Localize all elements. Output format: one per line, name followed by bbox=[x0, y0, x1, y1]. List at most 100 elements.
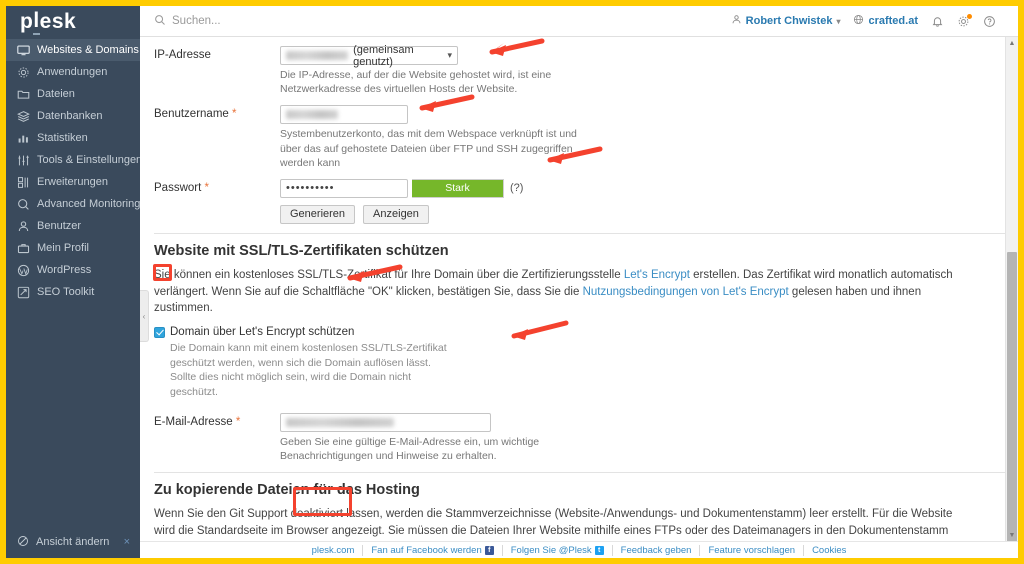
twitter-icon: t bbox=[594, 545, 604, 555]
footer-link-facebook-label: Fan auf Facebook werden bbox=[371, 544, 482, 556]
required-mark: * bbox=[232, 108, 237, 121]
folder-icon bbox=[17, 88, 30, 101]
password-help-icon[interactable]: (?) bbox=[510, 182, 523, 194]
trend-arrow-icon bbox=[17, 286, 30, 299]
bell-icon[interactable] bbox=[931, 15, 944, 28]
terms-link[interactable]: Nutzungsbedingungen von Let's Encrypt bbox=[583, 286, 789, 298]
username-value-redacted bbox=[286, 110, 338, 120]
footer: plesk.com Fan auf Facebook werden f Folge… bbox=[140, 541, 1018, 558]
sidebar: p l esk Websites & Domains Anwendungen Dat… bbox=[6, 6, 142, 558]
ip-value-suffix: (gemeinsam genutzt) bbox=[353, 43, 414, 68]
sidebar-item-label: Erweiterungen bbox=[37, 176, 108, 188]
email-input[interactable] bbox=[280, 412, 491, 432]
ssl-section-heading: Website mit SSL/TLS-Zertifikaten schütze… bbox=[154, 242, 449, 259]
show-password-button[interactable]: Anzeigen bbox=[363, 204, 429, 224]
view-switch[interactable]: Ansicht ändern × bbox=[6, 532, 140, 552]
main-area: Suchen... Robert Chwistek ▾ crafted.at ‹ bbox=[140, 6, 1018, 558]
sidebar-item-websites-domains[interactable]: Websites & Domains bbox=[6, 39, 140, 61]
email-hint: Geben Sie eine gültige E-Mail-Adresse ei… bbox=[280, 435, 540, 462]
sidebar-item-label: Benutzer bbox=[37, 220, 82, 232]
briefcase-icon bbox=[17, 242, 30, 255]
generate-password-button[interactable]: Generieren bbox=[280, 204, 356, 224]
field-row-email: E-Mail-Adresse * Geben Sie eine gültige … bbox=[140, 412, 1005, 463]
password-label: Passwort * bbox=[140, 179, 280, 194]
field-row-ip: IP-Adresse (gemeinsam genutzt) ▾ Die IP-… bbox=[140, 43, 1005, 96]
sidebar-item-statistiken[interactable]: Statistiken bbox=[6, 127, 140, 149]
git-section-heading: Zu kopierende Dateien für das Hosting bbox=[154, 481, 420, 498]
puzzle-icon bbox=[17, 176, 30, 189]
sidebar-item-label: Advanced Monitoring bbox=[37, 198, 141, 210]
domain-name: crafted.at bbox=[868, 15, 918, 27]
lets-encrypt-checkbox-row[interactable]: Domain über Let's Encrypt schützen bbox=[140, 326, 1005, 338]
sliders-icon bbox=[17, 154, 30, 167]
divider bbox=[154, 471, 1005, 473]
user-icon bbox=[17, 220, 30, 233]
vertical-scrollbar[interactable]: ▲ ▼ bbox=[1005, 37, 1018, 541]
sidebar-item-label: SEO Toolkit bbox=[37, 286, 95, 298]
sidebar-item-benutzer[interactable]: Benutzer bbox=[6, 215, 140, 237]
globe-icon bbox=[853, 14, 864, 28]
sidebar-item-erweiterungen[interactable]: Erweiterungen bbox=[6, 171, 140, 193]
field-row-username: Benutzername * Systembenutzerkonto, das … bbox=[140, 105, 1005, 170]
email-label-text: E-Mail-Adresse bbox=[154, 415, 233, 428]
sidebar-item-wordpress[interactable]: WordPress bbox=[6, 259, 140, 281]
content-area: ‹ IP-Adresse (gemeinsam genutzt) ▾ Die I… bbox=[140, 37, 1018, 541]
user-icon bbox=[731, 14, 742, 28]
gear-icon bbox=[17, 66, 30, 79]
footer-link-plesk[interactable]: plesk.com bbox=[304, 544, 364, 556]
sidebar-nav: Websites & Domains Anwendungen Dateien D… bbox=[6, 39, 142, 303]
user-name: Robert Chwistek bbox=[745, 15, 833, 27]
sidebar-item-advanced-monitoring[interactable]: Advanced Monitoring bbox=[6, 193, 140, 215]
sidebar-item-label: WordPress bbox=[37, 264, 92, 276]
help-icon[interactable] bbox=[983, 15, 996, 28]
notification-badge bbox=[967, 13, 972, 19]
sidebar-item-label: Statistiken bbox=[37, 132, 88, 144]
plesk-logo[interactable]: p l esk bbox=[6, 6, 140, 37]
sidebar-item-label: Websites & Domains bbox=[37, 44, 139, 56]
view-switch-label: Ansicht ändern bbox=[36, 536, 110, 548]
required-mark: * bbox=[235, 415, 241, 428]
collapse-panel-toggle[interactable]: ‹ bbox=[140, 290, 149, 342]
sidebar-item-tools-einstellungen[interactable]: Tools & Einstellungen bbox=[6, 149, 142, 171]
wordpress-icon bbox=[17, 264, 30, 277]
footer-link-feedback[interactable]: Feedback geben bbox=[613, 544, 701, 556]
gear-icon[interactable] bbox=[957, 13, 972, 28]
footer-link-feature[interactable]: Feature vorschlagen bbox=[700, 544, 805, 556]
sidebar-item-mein-profil[interactable]: Mein Profil bbox=[6, 237, 140, 259]
database-icon bbox=[17, 110, 30, 123]
user-menu[interactable]: Robert Chwistek ▾ bbox=[731, 14, 841, 28]
ssl-paragraph: Sie können ein kostenloses SSL/TLS-Zerti… bbox=[140, 267, 1005, 317]
ip-value-redacted bbox=[286, 51, 349, 60]
ip-select[interactable]: (gemeinsam genutzt) ▾ bbox=[280, 43, 458, 68]
ssl-para-1: Sie können ein kostenloses SSL/TLS-Zerti… bbox=[154, 268, 624, 281]
scroll-down-arrow[interactable]: ▼ bbox=[1006, 529, 1018, 541]
view-switch-close[interactable]: × bbox=[124, 536, 130, 548]
browser-frame: p l esk Websites & Domains Anwendungen Dat… bbox=[0, 0, 1024, 564]
magnifier-icon bbox=[17, 198, 30, 211]
sidebar-item-seo-toolkit[interactable]: SEO Toolkit bbox=[6, 281, 140, 303]
lets-encrypt-hint: Die Domain kann mit einem kostenlosen SS… bbox=[170, 341, 447, 398]
password-label-text: Passwort bbox=[154, 181, 202, 194]
password-input[interactable]: •••••••••• bbox=[280, 178, 408, 198]
sidebar-item-dateien[interactable]: Dateien bbox=[6, 83, 140, 105]
chevron-down-icon: ▾ bbox=[836, 16, 841, 26]
footer-link-facebook[interactable]: Fan auf Facebook werden f bbox=[363, 544, 503, 556]
domain-link[interactable]: crafted.at bbox=[853, 14, 918, 28]
ip-label: IP-Adresse bbox=[154, 49, 211, 61]
footer-link-cookies[interactable]: Cookies bbox=[804, 545, 854, 556]
scroll-up-arrow[interactable]: ▲ bbox=[1006, 37, 1018, 49]
lets-encrypt-link[interactable]: Let's Encrypt bbox=[624, 269, 690, 281]
search-box[interactable]: Suchen... bbox=[140, 14, 731, 29]
username-label-text: Benutzername bbox=[154, 108, 229, 121]
scrollbar-thumb[interactable] bbox=[1007, 252, 1017, 541]
git-paragraph: Wenn Sie den Git Support deaktiviert las… bbox=[154, 507, 953, 537]
footer-link-twitter-label: Folgen Sie @Plesk bbox=[510, 544, 592, 556]
monitor-icon bbox=[17, 44, 30, 57]
username-input[interactable] bbox=[280, 105, 408, 125]
sidebar-item-anwendungen[interactable]: Anwendungen bbox=[6, 61, 140, 83]
lets-encrypt-checkbox[interactable] bbox=[154, 326, 165, 338]
footer-link-twitter[interactable]: Folgen Sie @Plesk t bbox=[503, 544, 613, 556]
sidebar-item-datenbanken[interactable]: Datenbanken bbox=[6, 105, 140, 127]
divider bbox=[154, 232, 1005, 234]
ip-hint: Die IP-Adresse, auf der die Website geho… bbox=[280, 69, 552, 96]
